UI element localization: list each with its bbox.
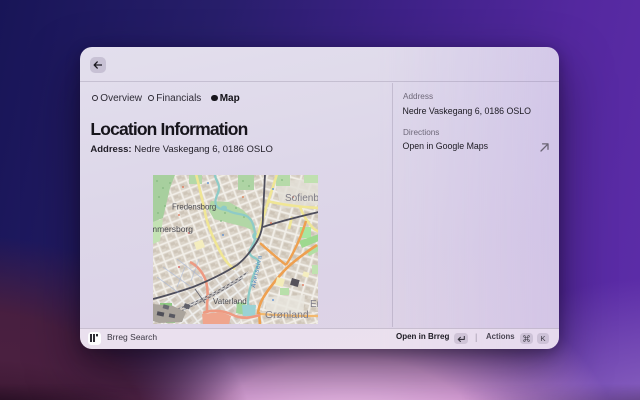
- svg-text:Sofienbe: Sofienbe: [285, 193, 318, 204]
- svg-text:Fredensborg: Fredensborg: [172, 203, 216, 212]
- svg-text:En: En: [310, 299, 318, 310]
- svg-text:Vaterland: Vaterland: [213, 297, 247, 306]
- svg-text:Grønland: Grønland: [265, 309, 309, 321]
- svg-text:mmersborg: mmersborg: [153, 224, 193, 234]
